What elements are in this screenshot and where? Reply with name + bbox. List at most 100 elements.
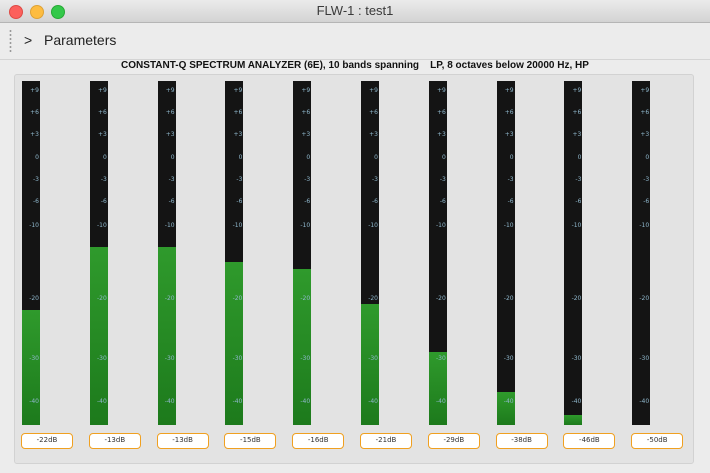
scale-tick-label: -20 — [232, 294, 243, 302]
scale-tick-label: -10 — [639, 222, 650, 230]
scale-tick-label: +9 — [30, 86, 39, 94]
scale-tick-label: -30 — [29, 354, 39, 362]
scale-tick-label: -20 — [29, 294, 39, 302]
band-readout-3: -13dB — [156, 433, 209, 449]
scale-tick-label: -3 — [507, 176, 514, 184]
scale-tick-label: -3 — [100, 176, 107, 184]
scale-tick-label: +6 — [369, 108, 378, 116]
scale-tick-label: +3 — [640, 131, 650, 139]
level-meter-band-8: +9 +6 +3 0 -3 -6 -10 -20 -30 -40 — [496, 81, 515, 425]
scale-tick-label: -40 — [503, 397, 514, 405]
scale-tick-label: -30 — [435, 354, 446, 362]
scale-tick-label: +3 — [30, 131, 39, 139]
scale-tick-label: -10 — [96, 222, 107, 230]
scale-tick-label: -10 — [435, 222, 446, 230]
scale-tick-label: +9 — [233, 86, 243, 94]
scale-tick-label: -6 — [372, 198, 378, 206]
scale-tick-label: 0 — [374, 153, 378, 161]
chevron-right-icon[interactable]: > — [24, 32, 32, 48]
scale-tick-label: -10 — [29, 222, 39, 230]
scale-tick-label: -40 — [435, 397, 446, 405]
level-fill — [428, 351, 447, 425]
band-readout-5: -16dB — [292, 433, 345, 449]
scale-tick-label: -20 — [435, 294, 446, 302]
scale-tick-label: -10 — [164, 222, 175, 230]
title-bar[interactable]: FLW-1 : test1 — [0, 0, 710, 23]
scale-tick-label: +3 — [233, 131, 243, 139]
scale-tick-label: -10 — [571, 222, 582, 230]
scale-tick-label: -3 — [372, 176, 378, 184]
level-fill — [22, 309, 40, 425]
scale-tick-label: -40 — [164, 397, 175, 405]
scale-tick-label: -20 — [503, 294, 514, 302]
scale-tick-label: +6 — [436, 108, 446, 116]
band-readout-2: -13dB — [88, 433, 141, 449]
level-fill — [361, 303, 379, 425]
scale-tick-label: 0 — [35, 153, 39, 161]
scale-tick-label: -20 — [639, 294, 650, 302]
scale-tick-label: +3 — [572, 131, 582, 139]
scale-tick-label: -30 — [164, 354, 175, 362]
scale-tick-label: -6 — [304, 198, 311, 206]
scale-tick-label: +9 — [504, 86, 514, 94]
scale-tick-label: +6 — [572, 108, 582, 116]
scale-tick-label: +3 — [504, 131, 514, 139]
parameters-toggle-label[interactable]: Parameters — [44, 32, 116, 48]
scale-tick-label: -3 — [168, 176, 175, 184]
scale-tick-label: -40 — [368, 397, 378, 405]
band-readout-8: -38dB — [495, 433, 548, 449]
scale-tick-label: -6 — [643, 198, 650, 206]
scale-tick-label: -30 — [571, 354, 582, 362]
level-meter-band-7: +9 +6 +3 0 -3 -6 -10 -20 -30 -40 — [428, 81, 447, 425]
scale-tick-label: -40 — [29, 397, 39, 405]
band-readout-7: -29dB — [427, 433, 480, 449]
scale-tick-label: +6 — [165, 108, 175, 116]
scale-tick-label: -6 — [439, 198, 446, 206]
scale-tick-label: +3 — [301, 131, 311, 139]
scale-tick-label: -6 — [100, 198, 107, 206]
scale-tick-label: -40 — [300, 397, 311, 405]
parameters-bar: > Parameters — [0, 23, 710, 60]
scale-tick-label: -6 — [507, 198, 514, 206]
scale-tick-label: 0 — [645, 153, 650, 161]
scale-tick-label: +9 — [301, 86, 311, 94]
drag-handle-icon[interactable] — [9, 29, 12, 53]
scale-tick-label: 0 — [306, 153, 311, 161]
scale-tick-label: -40 — [96, 397, 107, 405]
scale-tick-label: -40 — [232, 397, 243, 405]
band-readout-6: -21dB — [360, 433, 412, 449]
level-meter-band-9: +9 +6 +3 0 -3 -6 -10 -20 -30 -40 — [564, 81, 583, 425]
scale-tick-label: -3 — [575, 176, 582, 184]
level-fill — [564, 415, 583, 425]
scale-tick-label: +6 — [97, 108, 107, 116]
scale-tick-label: -10 — [368, 222, 378, 230]
scale-tick-label: 0 — [170, 153, 175, 161]
band-readout-4: -15dB — [224, 433, 277, 449]
scale-tick-label: -3 — [236, 176, 243, 184]
scale-tick-label: -10 — [503, 222, 514, 230]
scale-tick-label: -10 — [232, 222, 243, 230]
scale-tick-label: 0 — [238, 153, 243, 161]
scale-tick-label: 0 — [577, 153, 582, 161]
scale-tick-label: +3 — [165, 131, 175, 139]
scale-tick-label: -6 — [236, 198, 243, 206]
scale-tick-label: -3 — [33, 176, 39, 184]
scale-tick-label: +9 — [97, 86, 107, 94]
scale-tick-label: -30 — [503, 354, 514, 362]
level-meter-band-3: +9 +6 +3 0 -3 -6 -10 -20 -30 -40 — [157, 81, 176, 425]
scale-tick-label: -30 — [300, 354, 311, 362]
level-meter-band-10: +9 +6 +3 0 -3 -6 -10 -20 -30 -40 — [632, 81, 651, 425]
scale-tick-label: +6 — [30, 108, 39, 116]
scale-tick-label: -30 — [639, 354, 650, 362]
scale-tick-label: -6 — [33, 198, 39, 206]
scale-tick-label: -40 — [639, 397, 650, 405]
scale-tick-label: +6 — [504, 108, 514, 116]
scale-tick-label: +9 — [165, 86, 175, 94]
level-meter-band-2: +9 +6 +3 0 -3 -6 -10 -20 -30 -40 — [89, 81, 108, 425]
scale-tick-label: 0 — [441, 153, 446, 161]
scale-tick-label: +9 — [369, 86, 378, 94]
level-meter-band-1: +9 +6 +3 0 -3 -6 -10 -20 -30 -40 — [22, 81, 40, 425]
window-title: FLW-1 : test1 — [316, 3, 394, 18]
scale-tick-label: +9 — [436, 86, 446, 94]
scale-tick-label: -10 — [300, 222, 311, 230]
